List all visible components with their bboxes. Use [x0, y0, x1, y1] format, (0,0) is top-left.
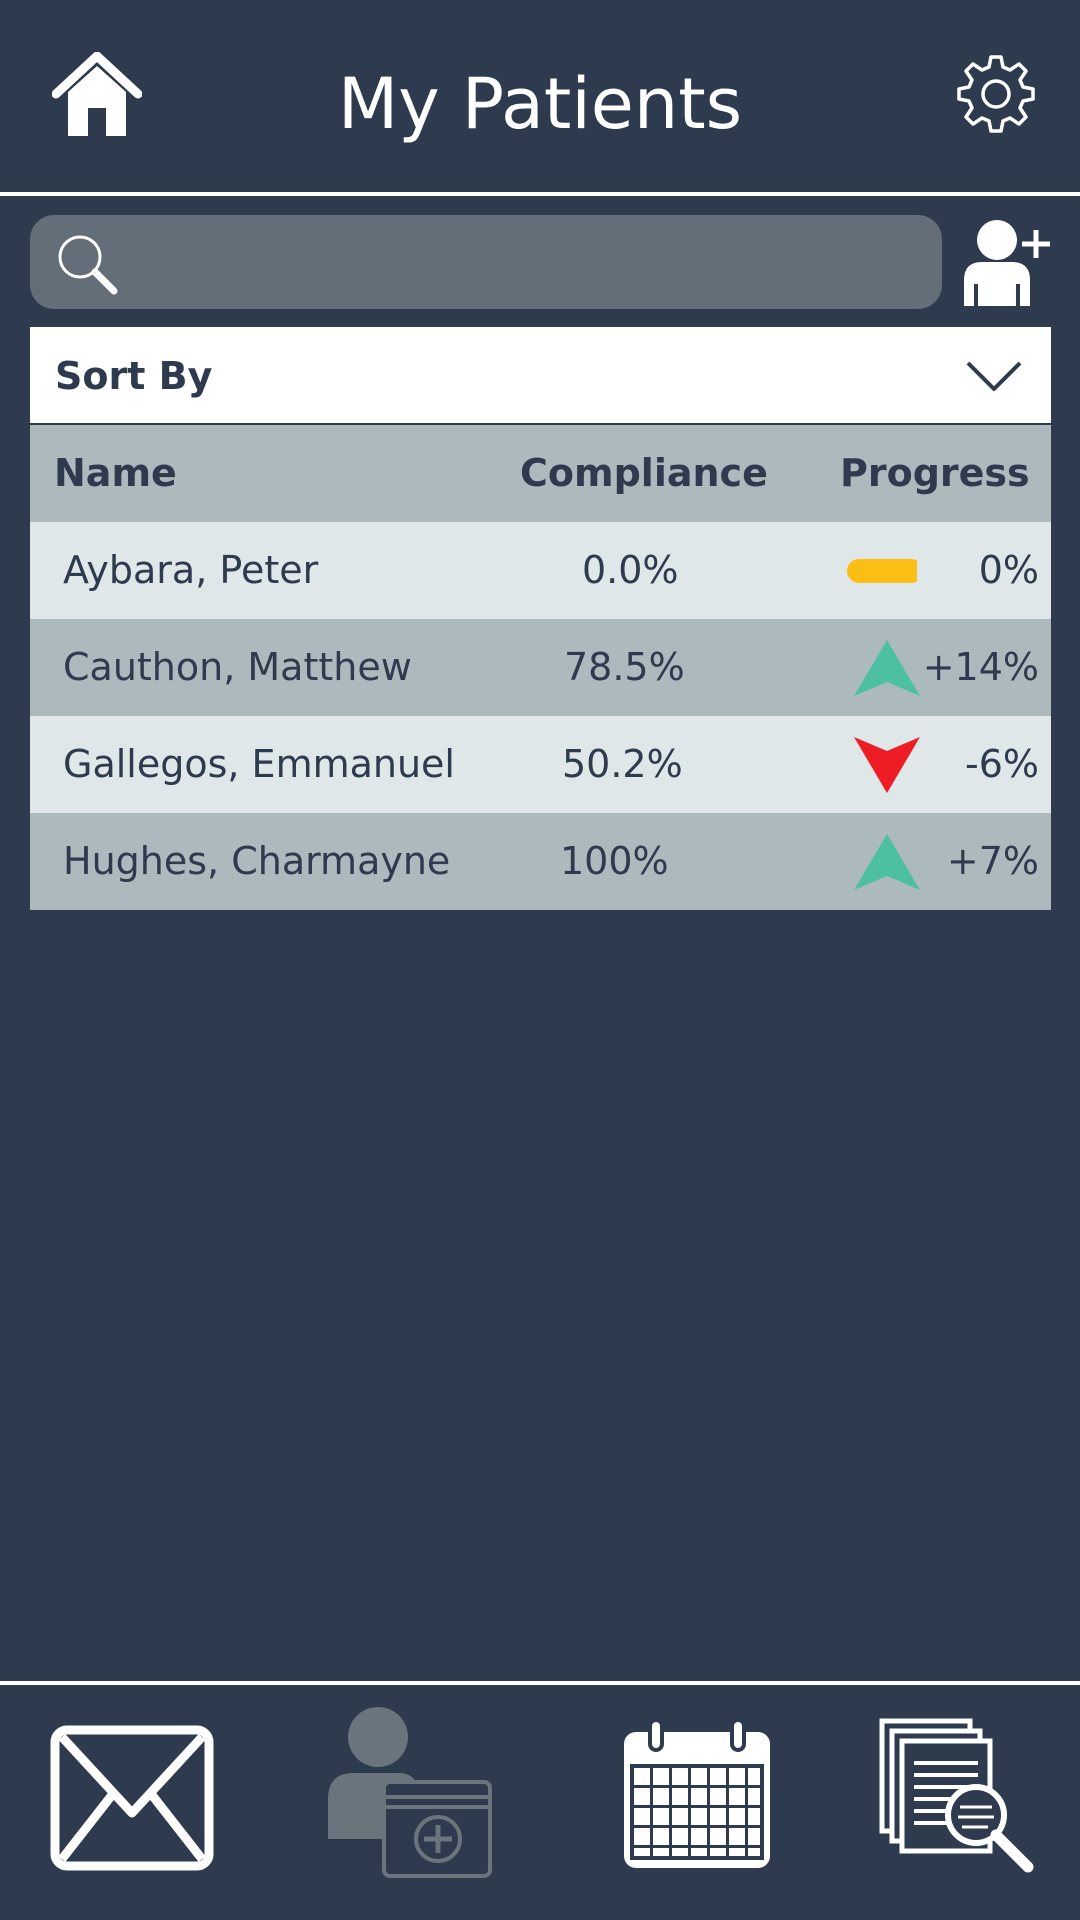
- column-header-name[interactable]: Name: [54, 425, 177, 522]
- header-divider: [0, 192, 1080, 196]
- table-row[interactable]: Gallegos, Emmanuel 50.2% -6%: [30, 716, 1051, 813]
- trend-up-icon: [854, 834, 920, 890]
- compliance-value: 0.0%: [582, 548, 679, 592]
- add-user-icon: [964, 220, 1050, 306]
- table-row[interactable]: Aybara, Peter 0.0% 0%: [30, 522, 1051, 619]
- compliance-value: 100%: [560, 839, 669, 883]
- chevron-down-icon: [966, 361, 1022, 391]
- table-header-row: Name Compliance Progress: [30, 425, 1051, 522]
- calendar-icon: [624, 1718, 770, 1868]
- progress-value: +14%: [922, 645, 1039, 689]
- table-row[interactable]: Hughes, Charmayne 100% +7%: [30, 813, 1051, 910]
- progress-value: +7%: [946, 839, 1039, 883]
- patient-records-icon: [328, 1707, 492, 1878]
- nav-calendar-button[interactable]: [622, 1718, 772, 1870]
- patient-name: Hughes, Charmayne: [63, 839, 451, 883]
- bottom-nav-divider: [0, 1681, 1080, 1685]
- document-search-icon: [879, 1718, 1034, 1873]
- settings-button[interactable]: [955, 53, 1037, 135]
- column-header-compliance[interactable]: Compliance: [520, 425, 768, 522]
- nav-document-search-button[interactable]: [878, 1717, 1038, 1873]
- nav-messages-button[interactable]: [50, 1725, 214, 1871]
- search-bar[interactable]: [30, 215, 942, 309]
- patient-name: Cauthon, Matthew: [63, 645, 412, 689]
- progress-value: -6%: [965, 742, 1039, 786]
- compliance-value: 50.2%: [562, 742, 683, 786]
- trend-down-icon: [854, 737, 920, 793]
- trend-up-icon: [854, 640, 920, 696]
- sort-label: Sort By: [55, 354, 213, 398]
- gear-icon: [957, 55, 1035, 133]
- search-icon: [58, 235, 118, 295]
- nav-patient-records-button[interactable]: [326, 1707, 494, 1879]
- page-title: My Patients: [337, 63, 743, 145]
- column-header-progress[interactable]: Progress: [840, 425, 1030, 522]
- patient-name: Gallegos, Emmanuel: [63, 742, 455, 786]
- progress-neutral-icon: [847, 559, 917, 583]
- search-input[interactable]: [140, 233, 920, 291]
- sort-dropdown[interactable]: Sort By: [30, 327, 1051, 425]
- compliance-value: 78.5%: [564, 645, 685, 689]
- patient-table: Name Compliance Progress Aybara, Peter 0…: [30, 425, 1051, 910]
- header-bar: My Patients: [0, 0, 1080, 192]
- add-patient-button[interactable]: [960, 218, 1052, 308]
- mail-icon: [50, 1725, 214, 1871]
- table-row[interactable]: Cauthon, Matthew 78.5% +14%: [30, 619, 1051, 716]
- patient-name: Aybara, Peter: [63, 548, 319, 592]
- progress-value: 0%: [978, 548, 1039, 592]
